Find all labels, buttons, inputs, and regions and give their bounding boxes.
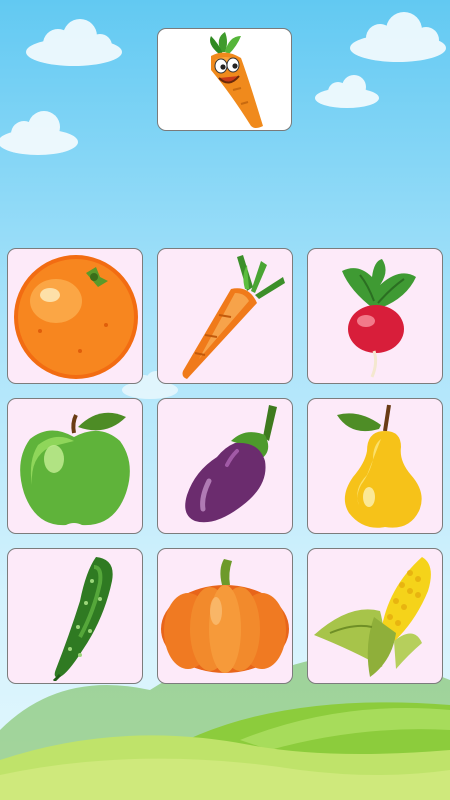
orange-icon <box>14 255 138 379</box>
tile-corn[interactable]: corn <box>307 548 443 684</box>
tile-radish[interactable]: radish <box>307 248 443 384</box>
green-apple-icon <box>20 412 130 526</box>
pear-icon <box>337 404 422 528</box>
pumpkin-icon <box>161 559 289 673</box>
tile-eggplant[interactable]: eggplant <box>157 398 293 534</box>
cartoon-carrot-face-icon <box>209 31 263 128</box>
radish-icon <box>342 259 416 378</box>
tile-carrot[interactable]: carrot <box>157 248 293 384</box>
tile-pear[interactable]: pear <box>307 398 443 534</box>
corn-icon <box>314 557 431 677</box>
cloud-decoration <box>315 75 379 108</box>
tile-pumpkin[interactable]: pumpkin <box>157 548 293 684</box>
cucumber-icon <box>52 557 113 681</box>
choice-grid: orange carrot radish <box>7 248 444 686</box>
cloud-decoration <box>0 111 78 155</box>
tile-cucumber[interactable]: cucumber <box>7 548 143 684</box>
eggplant-icon <box>185 405 277 523</box>
cloud-decoration <box>26 19 122 66</box>
tile-apple[interactable]: apple <box>7 398 143 534</box>
tile-orange[interactable]: orange <box>7 248 143 384</box>
cloud-decoration <box>350 12 446 62</box>
carrot-icon <box>182 255 285 379</box>
target-item-card[interactable]: carrot <box>157 28 292 131</box>
